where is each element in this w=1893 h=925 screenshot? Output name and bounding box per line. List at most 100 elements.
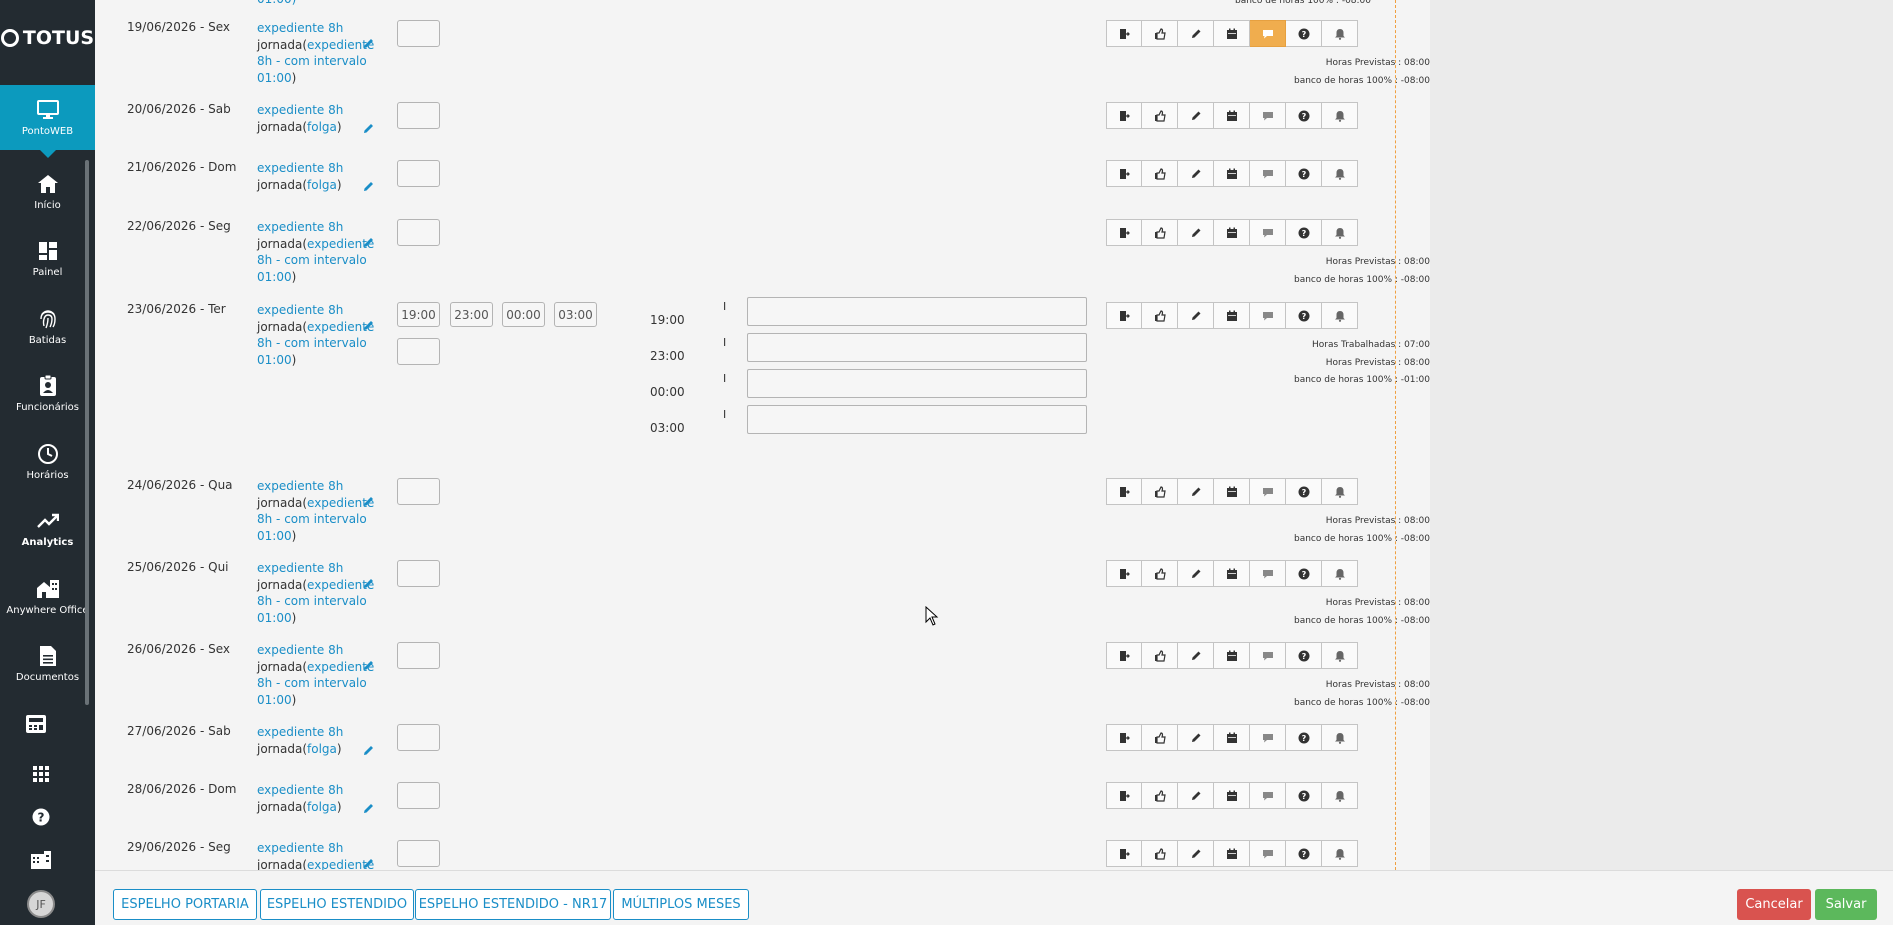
thumb-button[interactable] (1142, 782, 1178, 809)
pencil-button[interactable] (1178, 840, 1214, 867)
calendar-button[interactable] (1214, 160, 1250, 187)
nav-item-inicio[interactable]: Início (0, 158, 95, 224)
nav-item-batidas[interactable]: Batidas (0, 293, 95, 359)
pencil-button[interactable] (1178, 20, 1214, 47)
schedule-link[interactable]: expediente 8h (257, 220, 343, 234)
calendar-button[interactable] (1214, 560, 1250, 587)
punch-time-box[interactable]: 03:00 (554, 302, 597, 327)
comment-button[interactable] (1250, 724, 1286, 751)
edit-jornada-icon[interactable] (363, 574, 377, 588)
schedule-link[interactable]: expediente 8h (257, 161, 343, 175)
bell-button[interactable] (1322, 302, 1358, 329)
door-exit-button[interactable] (1106, 160, 1142, 187)
thumb-button[interactable] (1142, 20, 1178, 47)
comment-button[interactable] (1250, 478, 1286, 505)
punch-input[interactable] (397, 560, 440, 587)
question-button[interactable]: ? (1286, 478, 1322, 505)
bell-button[interactable] (1322, 560, 1358, 587)
question-button[interactable]: ? (1286, 560, 1322, 587)
comment-button[interactable] (1250, 642, 1286, 669)
question-button[interactable]: ? (1286, 160, 1322, 187)
schedule-link[interactable]: expediente 8h (257, 103, 343, 117)
pencil-button[interactable] (1178, 560, 1214, 587)
calendar-button[interactable] (1214, 20, 1250, 47)
question-button[interactable]: ? (1286, 219, 1322, 246)
pencil-button[interactable] (1178, 302, 1214, 329)
door-exit-button[interactable] (1106, 20, 1142, 47)
bell-button[interactable] (1322, 102, 1358, 129)
schedule-link[interactable]: expediente 8h (257, 725, 343, 739)
calendar-button[interactable] (1214, 302, 1250, 329)
question-button[interactable]: ? (1286, 102, 1322, 129)
nav-item-horarios[interactable]: Horários (0, 428, 95, 494)
jornada-link[interactable]: folga (307, 120, 337, 134)
edit-jornada-icon[interactable] (363, 492, 377, 506)
edit-jornada-icon[interactable] (363, 741, 377, 755)
edit-jornada-icon[interactable] (363, 316, 377, 330)
punch-time-box[interactable]: 23:00 (450, 302, 493, 327)
calendar-button[interactable] (1214, 642, 1250, 669)
door-exit-button[interactable] (1106, 302, 1142, 329)
pencil-button[interactable] (1178, 642, 1214, 669)
help-icon[interactable]: ? (29, 805, 53, 829)
door-exit-button[interactable] (1106, 642, 1142, 669)
calendar-button[interactable] (1214, 724, 1250, 751)
punch-input[interactable] (397, 724, 440, 751)
thumb-button[interactable] (1142, 102, 1178, 129)
schedule-link[interactable]: expediente 8h (257, 479, 343, 493)
door-exit-button[interactable] (1106, 840, 1142, 867)
thumb-button[interactable] (1142, 724, 1178, 751)
thumb-button[interactable] (1142, 302, 1178, 329)
comment-button[interactable] (1250, 219, 1286, 246)
espelho-nr17-button[interactable]: ESPELHO ESTENDIDO - NR17 (415, 889, 611, 920)
jornada-link[interactable]: folga (307, 800, 337, 814)
schedule-link[interactable]: expediente 8h (257, 643, 343, 657)
schedule-link[interactable]: expediente 8h (257, 303, 343, 317)
punch-input[interactable] (397, 20, 440, 47)
question-button[interactable]: ? (1286, 302, 1322, 329)
comment-button[interactable] (1250, 302, 1286, 329)
thumb-button[interactable] (1142, 642, 1178, 669)
calendar-button[interactable] (1214, 219, 1250, 246)
calendar-button[interactable] (1214, 478, 1250, 505)
question-button[interactable]: ? (1286, 782, 1322, 809)
door-exit-button[interactable] (1106, 102, 1142, 129)
pencil-button[interactable] (1178, 102, 1214, 129)
question-button[interactable]: ? (1286, 840, 1322, 867)
punch-input[interactable] (397, 478, 440, 505)
bell-button[interactable] (1322, 478, 1358, 505)
door-exit-button[interactable] (1106, 724, 1142, 751)
nav-item-documentos[interactable]: Documentos (0, 630, 95, 696)
comment-button[interactable] (1250, 160, 1286, 187)
calendar-button[interactable] (1214, 840, 1250, 867)
edit-jornada-icon[interactable] (363, 233, 377, 247)
comment-button[interactable] (1250, 20, 1286, 47)
thumb-button[interactable] (1142, 160, 1178, 187)
punch-input[interactable] (397, 102, 440, 129)
edit-jornada-icon[interactable] (363, 799, 377, 813)
edit-jornada-icon[interactable] (363, 177, 377, 191)
punch-input[interactable] (397, 219, 440, 246)
sidebar-scrollbar[interactable] (85, 160, 89, 705)
punch-input[interactable] (397, 642, 440, 669)
question-button[interactable]: ? (1286, 642, 1322, 669)
punch-time-box[interactable]: 00:00 (502, 302, 545, 327)
calendar-button[interactable] (1214, 102, 1250, 129)
bell-button[interactable] (1322, 724, 1358, 751)
thumb-button[interactable] (1142, 478, 1178, 505)
pencil-button[interactable] (1178, 782, 1214, 809)
pencil-button[interactable] (1178, 478, 1214, 505)
punch-detail-input[interactable] (747, 333, 1087, 362)
espelho-estendido-button[interactable]: ESPELHO ESTENDIDO (260, 889, 414, 920)
bell-button[interactable] (1322, 219, 1358, 246)
question-button[interactable]: ? (1286, 20, 1322, 47)
new-punch-input[interactable] (397, 338, 440, 365)
thumb-button[interactable] (1142, 219, 1178, 246)
punch-detail-input[interactable] (747, 297, 1087, 326)
door-exit-button[interactable] (1106, 478, 1142, 505)
comment-button[interactable] (1250, 840, 1286, 867)
comment-button[interactable] (1250, 782, 1286, 809)
punch-input[interactable] (397, 840, 440, 867)
calendar-button[interactable] (1214, 782, 1250, 809)
question-button[interactable]: ? (1286, 724, 1322, 751)
